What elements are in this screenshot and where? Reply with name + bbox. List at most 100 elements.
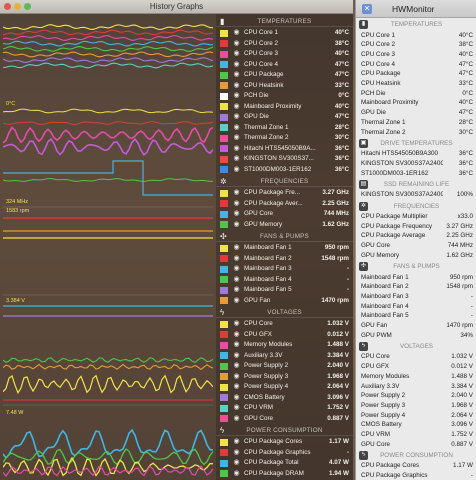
history-sensor-row[interactable]: ◉ Power Supply 4 2.064 V bbox=[216, 382, 353, 393]
history-sensor-row[interactable]: ◉ GPU Die 47°C bbox=[216, 112, 353, 123]
series-color-swatch[interactable] bbox=[220, 255, 228, 263]
history-sensor-row[interactable]: ◉ KINGSTON SV300S37... 36°C bbox=[216, 154, 353, 165]
eye-icon[interactable]: ◉ bbox=[232, 199, 241, 210]
close-window-button[interactable] bbox=[4, 3, 11, 10]
series-color-swatch[interactable] bbox=[220, 124, 228, 132]
eye-icon[interactable]: ◉ bbox=[232, 123, 241, 134]
eye-icon[interactable]: ◉ bbox=[232, 285, 241, 296]
history-sensor-row[interactable]: ◉ GPU Memory 1.62 GHz bbox=[216, 220, 353, 231]
history-sensor-row[interactable]: ◉ Hitachi HTS545050B9A... 36°C bbox=[216, 144, 353, 155]
eye-icon[interactable]: ◉ bbox=[232, 154, 241, 165]
history-sensor-row[interactable]: ◉ CPU Core 3 40°C bbox=[216, 49, 353, 60]
series-color-swatch[interactable] bbox=[220, 113, 228, 121]
history-sensor-row[interactable]: ◉ CPU Core 1.032 V bbox=[216, 319, 353, 330]
hw-sensor-row[interactable]: GPU Memory 1.62 GHz bbox=[356, 251, 476, 261]
eye-icon[interactable]: ◉ bbox=[232, 220, 241, 231]
eye-icon[interactable]: ◉ bbox=[232, 469, 241, 480]
history-sensor-row[interactable]: ◉ Mainboard Fan 5 - bbox=[216, 285, 353, 296]
history-sensor-row[interactable]: ◉ Mainboard Fan 4 - bbox=[216, 275, 353, 286]
hw-sensor-row[interactable]: Thermal Zone 2 30°C bbox=[356, 128, 476, 138]
history-sensor-row[interactable]: ◉ Memory Modules 1.488 V bbox=[216, 340, 353, 351]
eye-icon[interactable]: ◉ bbox=[232, 254, 241, 265]
series-color-swatch[interactable] bbox=[220, 394, 228, 402]
history-sensor-row[interactable]: ◉ CPU Package DRAM 1.94 W bbox=[216, 469, 353, 480]
eye-icon[interactable]: ◉ bbox=[232, 382, 241, 393]
series-color-swatch[interactable] bbox=[220, 404, 228, 412]
series-color-swatch[interactable] bbox=[220, 286, 228, 294]
series-color-swatch[interactable] bbox=[220, 362, 228, 370]
series-color-swatch[interactable] bbox=[220, 449, 228, 457]
history-sensor-row[interactable]: ◉ GPU Core 744 MHz bbox=[216, 209, 353, 220]
eye-icon[interactable]: ◉ bbox=[232, 81, 241, 92]
eye-icon[interactable]: ◉ bbox=[232, 296, 241, 307]
hw-sensor-row[interactable]: KINGSTON SV300S37A240G 100% bbox=[356, 190, 476, 200]
history-sensor-row[interactable]: ◉ CPU Package Graphics - bbox=[216, 448, 353, 459]
eye-icon[interactable]: ◉ bbox=[232, 49, 241, 60]
series-color-swatch[interactable] bbox=[220, 29, 228, 37]
series-color-swatch[interactable] bbox=[220, 210, 228, 218]
history-sensor-row[interactable]: ◉ Mainboard Proximity 40°C bbox=[216, 102, 353, 113]
series-color-swatch[interactable] bbox=[220, 265, 228, 273]
hw-sensor-row[interactable]: GPU PWM 34% bbox=[356, 331, 476, 341]
eye-icon[interactable]: ◉ bbox=[232, 243, 241, 254]
zoom-window-button[interactable] bbox=[24, 3, 31, 10]
history-sensor-row[interactable]: ◉ CPU Package Total 4.07 W bbox=[216, 458, 353, 469]
history-sensor-row[interactable]: ◉ Mainboard Fan 3 - bbox=[216, 264, 353, 275]
series-color-swatch[interactable] bbox=[220, 341, 228, 349]
series-color-swatch[interactable] bbox=[220, 134, 228, 142]
history-sensor-row[interactable]: ◉ PCH Die 0°C bbox=[216, 91, 353, 102]
eye-icon[interactable]: ◉ bbox=[232, 372, 241, 383]
series-color-swatch[interactable] bbox=[220, 61, 228, 69]
series-color-swatch[interactable] bbox=[220, 383, 228, 391]
series-color-swatch[interactable] bbox=[220, 438, 228, 446]
series-color-swatch[interactable] bbox=[220, 103, 228, 111]
series-color-swatch[interactable] bbox=[220, 145, 228, 153]
eye-icon[interactable]: ◉ bbox=[232, 39, 241, 50]
history-sensor-row[interactable]: ◉ Power Supply 3 1.968 V bbox=[216, 372, 353, 383]
eye-icon[interactable]: ◉ bbox=[232, 209, 241, 220]
series-color-swatch[interactable] bbox=[220, 71, 228, 79]
history-sensor-row[interactable]: ◉ CPU Core 2 38°C bbox=[216, 39, 353, 50]
history-sensor-row[interactable]: ◉ Mainboard Fan 2 1548 rpm bbox=[216, 254, 353, 265]
eye-icon[interactable]: ◉ bbox=[232, 437, 241, 448]
history-sensor-row[interactable]: ◉ Auxiliary 3.3V 3.384 V bbox=[216, 351, 353, 362]
series-color-swatch[interactable] bbox=[220, 50, 228, 58]
series-color-swatch[interactable] bbox=[220, 331, 228, 339]
eye-icon[interactable]: ◉ bbox=[232, 112, 241, 123]
series-color-swatch[interactable] bbox=[220, 352, 228, 360]
history-sensor-row[interactable]: ◉ CMOS Battery 3.096 V bbox=[216, 393, 353, 404]
series-color-swatch[interactable] bbox=[220, 297, 228, 305]
eye-icon[interactable]: ◉ bbox=[232, 28, 241, 39]
eye-icon[interactable]: ◉ bbox=[232, 414, 241, 425]
series-color-swatch[interactable] bbox=[220, 244, 228, 252]
eye-icon[interactable]: ◉ bbox=[232, 275, 241, 286]
series-color-swatch[interactable] bbox=[220, 320, 228, 328]
series-color-swatch[interactable] bbox=[220, 155, 228, 163]
eye-icon[interactable]: ◉ bbox=[232, 403, 241, 414]
eye-icon[interactable]: ◉ bbox=[232, 393, 241, 404]
series-color-swatch[interactable] bbox=[220, 415, 228, 423]
history-sensor-row[interactable]: ◉ Thermal Zone 1 28°C bbox=[216, 123, 353, 134]
series-color-swatch[interactable] bbox=[220, 189, 228, 197]
series-color-swatch[interactable] bbox=[220, 200, 228, 208]
history-sensor-row[interactable]: ◉ Mainboard Fan 1 950 rpm bbox=[216, 243, 353, 254]
eye-icon[interactable]: ◉ bbox=[232, 144, 241, 155]
eye-icon[interactable]: ◉ bbox=[232, 133, 241, 144]
series-color-swatch[interactable] bbox=[220, 166, 228, 174]
series-color-swatch[interactable] bbox=[220, 373, 228, 381]
eye-icon[interactable]: ◉ bbox=[232, 60, 241, 71]
hw-sensor-row[interactable]: ST1000DM003-1ER162 36°C bbox=[356, 169, 476, 179]
history-sensor-row[interactable]: ◉ CPU Core 4 47°C bbox=[216, 60, 353, 71]
eye-icon[interactable]: ◉ bbox=[232, 102, 241, 113]
history-sensor-row[interactable]: ◉ CPU Package Fre... 3.27 GHz bbox=[216, 188, 353, 199]
eye-icon[interactable]: ◉ bbox=[232, 340, 241, 351]
series-color-swatch[interactable] bbox=[220, 276, 228, 284]
minimize-window-button[interactable] bbox=[14, 3, 21, 10]
history-sensor-row[interactable]: ◉ CPU Package Cores 1.17 W bbox=[216, 437, 353, 448]
series-color-swatch[interactable] bbox=[220, 470, 228, 478]
eye-icon[interactable]: ◉ bbox=[232, 91, 241, 102]
history-sensor-row[interactable]: ◉ Power Supply 2 2.040 V bbox=[216, 361, 353, 372]
eye-icon[interactable]: ◉ bbox=[232, 70, 241, 81]
history-sensor-row[interactable]: ◉ CPU Package Aver... 2.25 GHz bbox=[216, 199, 353, 210]
history-sensor-row[interactable]: ◉ GPU Fan 1470 rpm bbox=[216, 296, 353, 307]
